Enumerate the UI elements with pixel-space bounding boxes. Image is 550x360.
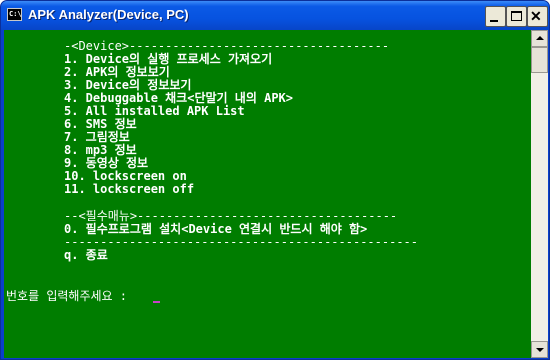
close-icon: ✕ <box>530 8 542 24</box>
maximize-icon <box>511 11 522 21</box>
console-output[interactable]: -<Device>-------------------------------… <box>4 30 531 358</box>
title-bar[interactable]: C:\ APK Analyzer(Device, PC) ✕ <box>1 1 549 30</box>
minimize-icon <box>490 20 498 22</box>
console-window: C:\ APK Analyzer(Device, PC) ✕ -<Device>… <box>0 0 550 360</box>
maximize-button[interactable] <box>506 6 527 27</box>
arrow-up-icon <box>536 36 544 40</box>
window-title: APK Analyzer(Device, PC) <box>28 7 189 22</box>
console-icon-label: C:\ <box>9 10 22 18</box>
minimize-button[interactable] <box>485 6 506 27</box>
menu-separator: ----------------------------------------… <box>64 235 419 249</box>
scroll-up-button[interactable] <box>531 30 548 47</box>
quit-item: q. 종료 <box>64 248 108 262</box>
vertical-scrollbar[interactable] <box>531 30 548 358</box>
text-cursor <box>153 301 160 303</box>
arrow-down-icon <box>536 348 544 352</box>
scroll-down-button[interactable] <box>531 341 548 358</box>
input-prompt: 번호를 입력해주세요 : <box>6 289 135 303</box>
scroll-thumb[interactable] <box>531 47 548 73</box>
menu-item-11: 11. lockscreen off <box>64 182 195 196</box>
console-app-icon[interactable]: C:\ <box>7 8 22 21</box>
close-button[interactable]: ✕ <box>527 6 548 27</box>
